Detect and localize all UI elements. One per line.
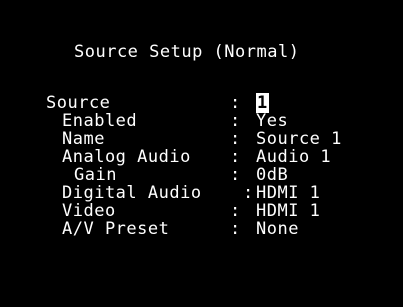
row-separator: : xyxy=(230,147,241,167)
selection-cursor[interactable]: 1 xyxy=(256,93,269,113)
av-preset-value[interactable]: None xyxy=(256,221,299,238)
row-separator: : xyxy=(230,219,241,239)
row-label-gain: Gain xyxy=(74,165,117,185)
row-label-analog-audio: Analog Audio xyxy=(62,147,191,167)
analog-audio-value[interactable]: Audio 1 xyxy=(256,149,331,166)
row-separator: : xyxy=(230,165,241,185)
row-separator: : xyxy=(230,201,241,221)
enabled-value[interactable]: Yes xyxy=(256,113,288,130)
row-label-enabled: Enabled xyxy=(62,111,138,131)
source-value[interactable]: 1 xyxy=(256,93,269,113)
gain-value[interactable]: 0dB xyxy=(256,167,288,184)
row-label-name: Name xyxy=(62,129,105,149)
row-separator: : xyxy=(230,129,241,149)
row-label-video: Video xyxy=(62,201,116,221)
row-separator: : xyxy=(243,183,254,203)
row-label-av-preset: A/V Preset xyxy=(62,219,170,239)
digital-audio-value[interactable]: HDMI 1 xyxy=(256,185,320,202)
menu-title: Source Setup (Normal) xyxy=(74,42,300,62)
row-label-digital-audio: Digital Audio xyxy=(62,183,202,203)
name-value[interactable]: Source 1 xyxy=(256,131,342,148)
row-label-source: Source xyxy=(46,93,111,113)
osd-screen: Source Setup (Normal) Source : 1 Enabled… xyxy=(0,0,403,307)
row-separator: : xyxy=(230,93,241,113)
row-separator: : xyxy=(230,111,241,131)
video-value[interactable]: HDMI 1 xyxy=(256,203,320,220)
